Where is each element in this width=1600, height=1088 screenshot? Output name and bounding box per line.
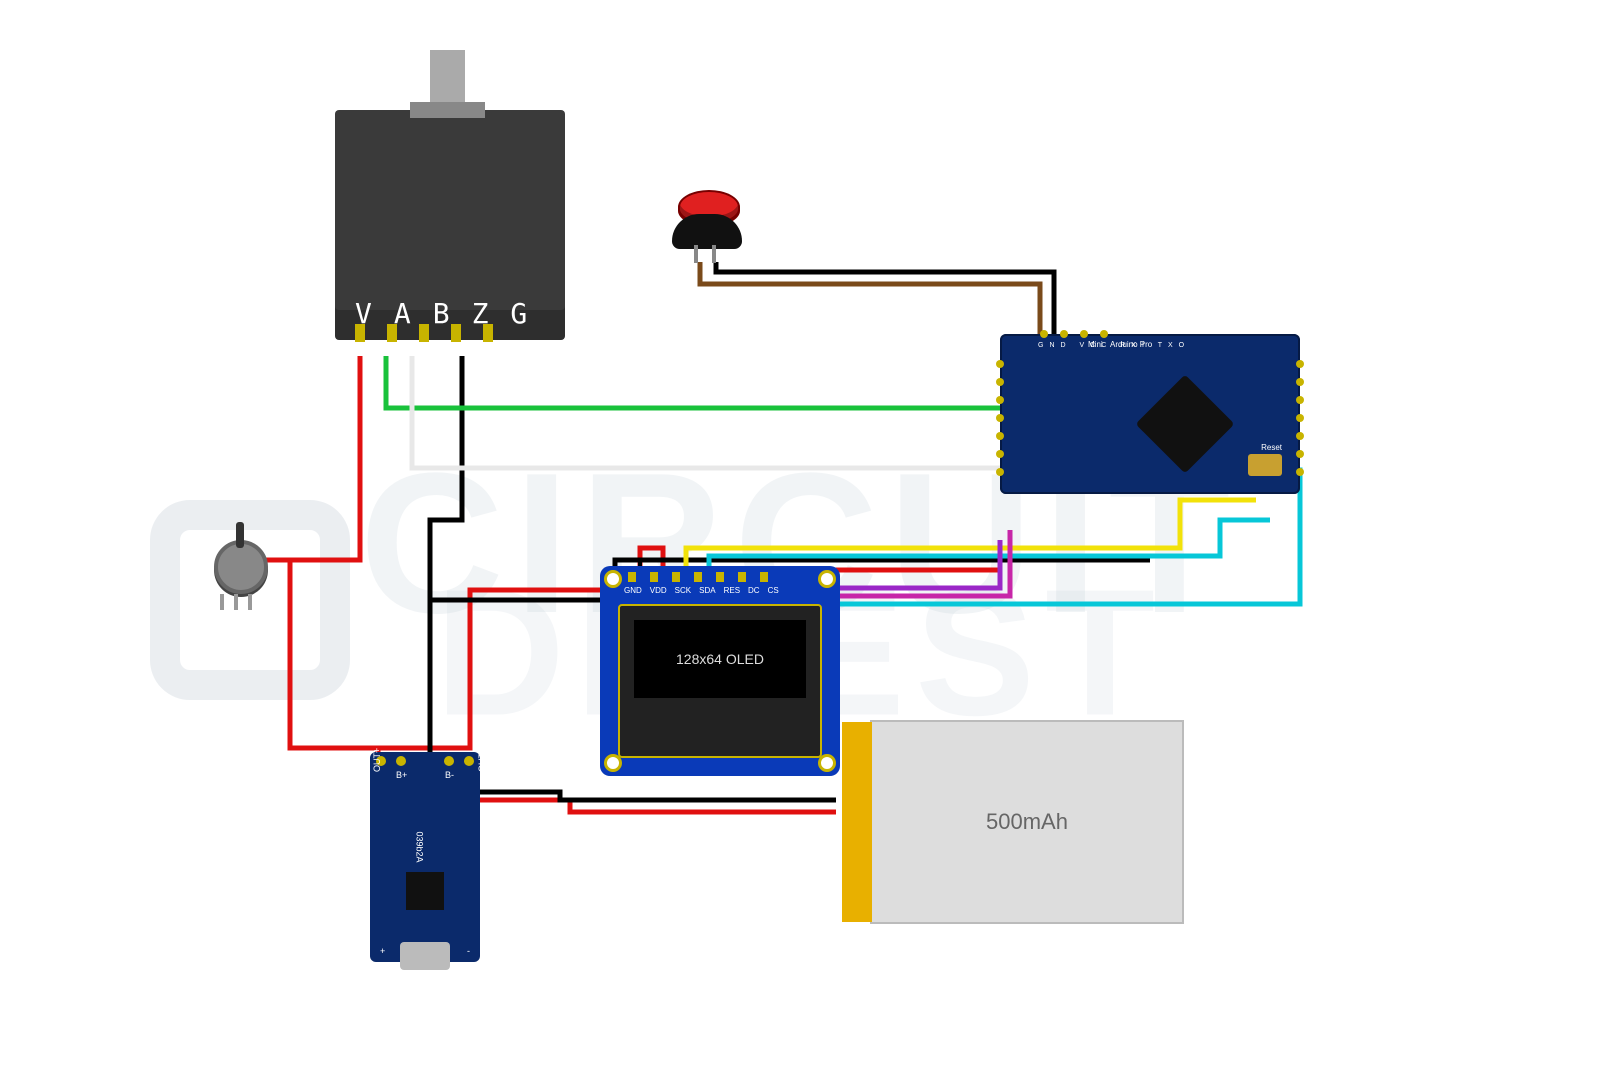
push-button xyxy=(672,214,742,249)
chg-in-plus: + xyxy=(380,946,385,956)
battery-capacity: 500mAh xyxy=(986,809,1068,835)
chg-lbl-outp: OUT+ xyxy=(372,748,382,772)
oled-screen-text: 128x64 OLED xyxy=(634,620,806,698)
toggle-switch xyxy=(214,540,268,594)
diagram-canvas: CIRCUIT DIGEST xyxy=(0,0,1600,1088)
arduino-reset-label: Reset xyxy=(1261,443,1282,452)
encoder-shaft xyxy=(430,50,465,110)
encoder-pins xyxy=(355,324,493,342)
chg-b-minus xyxy=(444,756,454,766)
arduino-pro-mini: Arduino Pro Mini Reset GND VCC RXI TXO xyxy=(1000,334,1300,494)
charger-ic-icon xyxy=(406,872,444,910)
mcu-chip-icon xyxy=(1136,375,1235,474)
encoder-pin-b xyxy=(419,324,429,342)
button-base xyxy=(672,214,742,249)
toggle-pins xyxy=(220,594,252,610)
oled-bezel: 128x64 OLED xyxy=(618,604,822,758)
oled-pin-labels: GNDVDDSCKSDARESDCCS xyxy=(624,586,779,595)
toggle-lever-icon xyxy=(236,522,244,548)
encoder-pin-z xyxy=(451,324,461,342)
lipo-charger-module: OUT+ B+ B- OUT- 039b2A + - xyxy=(370,752,480,962)
chg-b-plus xyxy=(396,756,406,766)
encoder-cap xyxy=(410,102,485,118)
chg-in-minus: - xyxy=(467,946,470,956)
encoder-pin-a xyxy=(387,324,397,342)
oled-pins xyxy=(628,572,768,582)
oled-display: GNDVDDSCKSDARESDCCS 128x64 OLED xyxy=(600,566,840,776)
ard-top-labels: GND VCC RXI TXO xyxy=(1038,342,1190,349)
ard-pin-txo xyxy=(1100,330,1108,338)
battery-tab xyxy=(842,722,872,922)
chg-lbl-bm: B- xyxy=(445,770,454,780)
ard-pin-rxi xyxy=(1080,330,1088,338)
chg-lbl-outm: OUT- xyxy=(477,751,487,773)
reset-button-icon xyxy=(1248,454,1282,476)
ard-pin-vcc xyxy=(1060,330,1068,338)
rotary-encoder: VABZG xyxy=(335,110,565,340)
lipo-battery: 500mAh xyxy=(870,720,1184,924)
ard-pin-gnd xyxy=(1040,330,1048,338)
encoder-pin-g xyxy=(483,324,493,342)
usb-micro-icon xyxy=(400,942,450,970)
chg-out-minus xyxy=(464,756,474,766)
toggle-body xyxy=(214,540,268,594)
encoder-pin-v xyxy=(355,324,365,342)
button-leads xyxy=(694,245,716,263)
chg-lbl-bp: B+ xyxy=(396,770,407,780)
chg-silk: 039b2A xyxy=(415,831,425,862)
